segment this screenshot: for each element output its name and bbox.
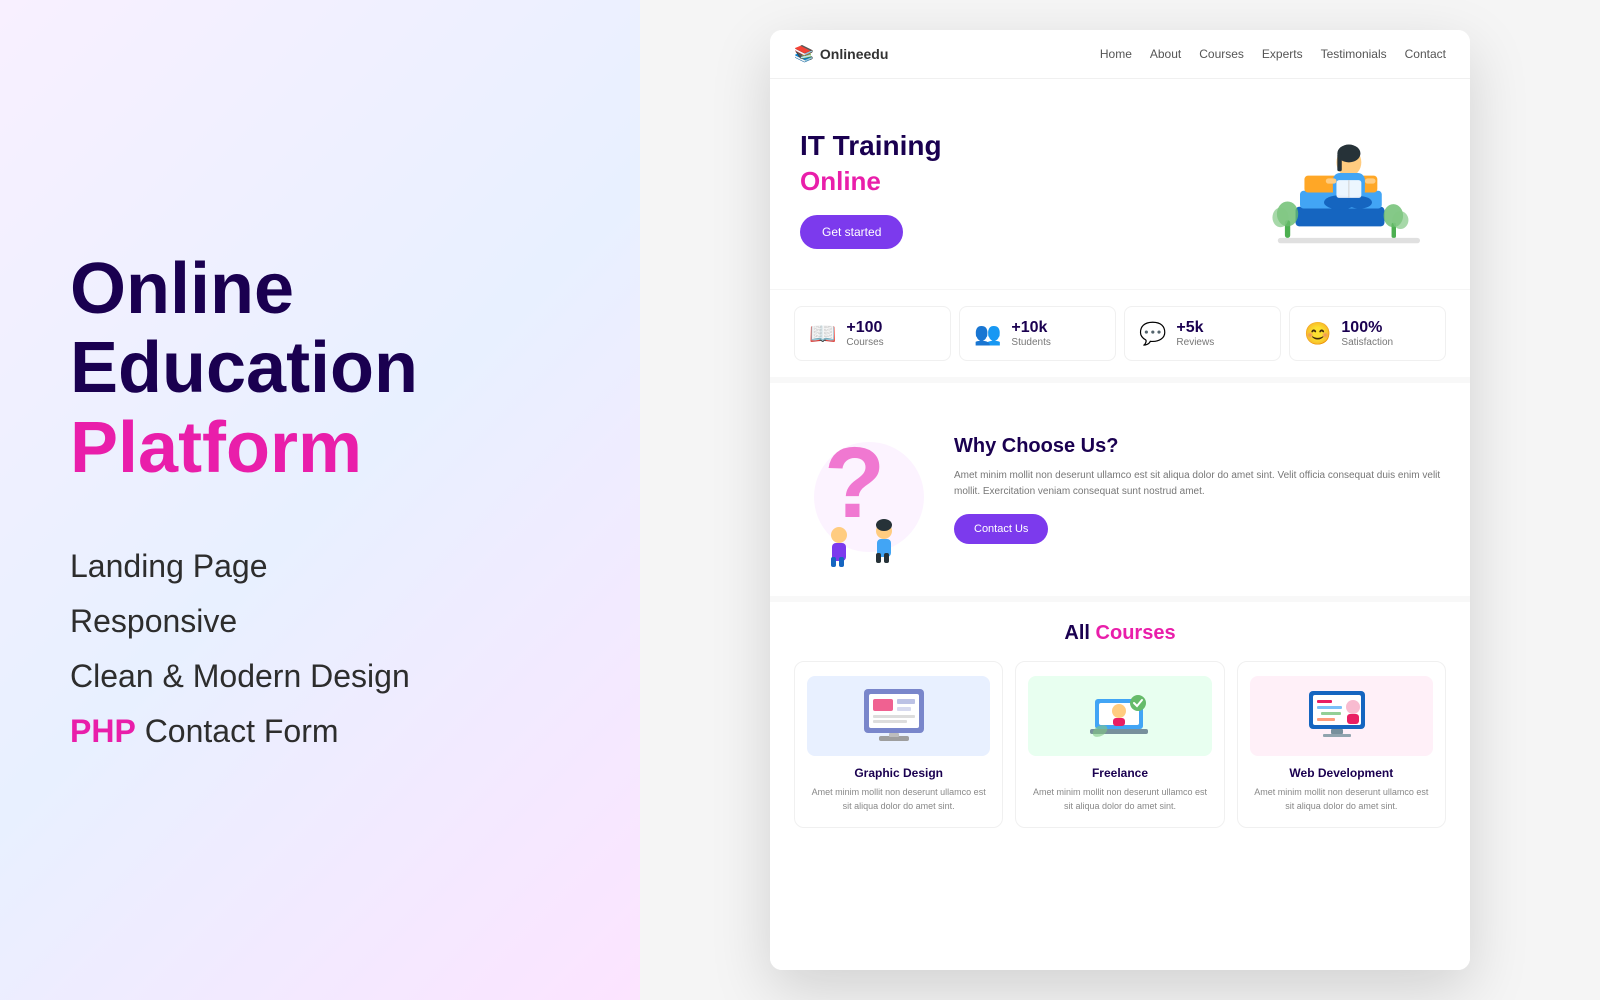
courses-text: Courses [1096,622,1176,644]
graphic-design-desc: Amet minim mollit non deserunt ullamco e… [807,786,990,813]
students-number: +10k [1011,319,1050,337]
nav-experts[interactable]: Experts [1262,47,1303,61]
freelance-svg [1080,681,1160,751]
graphic-design-title: Graphic Design [807,766,990,780]
courses-section: All Courses [770,596,1470,970]
courses-grid: Graphic Design Amet minim mollit non des… [794,661,1446,828]
why-svg: ? [794,407,934,567]
why-content: Why Choose Us? Amet minim mollit non des… [954,435,1446,544]
reviews-label: Reviews [1176,337,1214,348]
why-illustration: ? [794,407,934,572]
why-description: Amet minim mollit non deserunt ullamco e… [954,468,1446,500]
courses-label: Courses [846,337,883,348]
why-section: ? Why Choose Us [770,377,1470,596]
satisfaction-label: Satisfaction [1341,337,1393,348]
stat-students: 👥 +10k Students [959,306,1116,361]
hero-svg [1240,109,1440,269]
left-panel: Online Education Platform Landing Page R… [0,0,640,1000]
courses-icon: 📖 [809,321,836,347]
nav-courses[interactable]: Courses [1199,47,1244,61]
hero-illustration [1240,109,1440,269]
reviews-icon: 💬 [1139,321,1166,347]
web-dev-image [1250,676,1433,756]
right-panel: 📚 Onlineedu Home About Courses Experts T… [640,0,1600,1000]
site-logo: 📚 Onlineedu [794,44,888,64]
feature-php: PHP Contact Form [70,713,570,750]
courses-heading: All Courses [794,622,1446,645]
feature-design: Clean & Modern Design [70,658,570,695]
nav-links: Home About Courses Experts Testimonials … [1100,47,1446,61]
freelance-title: Freelance [1028,766,1211,780]
hero-section: IT Training Online Get started [770,79,1470,289]
feature-responsive: Responsive [70,603,570,640]
contact-us-button[interactable]: Contact Us [954,514,1048,544]
nav-testimonials[interactable]: Testimonials [1321,47,1387,61]
reviews-number: +5k [1176,319,1214,337]
graphic-design-svg [859,681,939,751]
title-line3: Platform [70,408,362,488]
why-title: Why Choose Us? [954,435,1446,458]
web-dev-desc: Amet minim mollit non deserunt ullamco e… [1250,786,1433,813]
students-label: Students [1011,337,1050,348]
stats-section: 📖 +100 Courses 👥 +10k Students 💬 +5k Rev… [770,289,1470,377]
title-line2: Education [70,328,418,408]
stat-reviews: 💬 +5k Reviews [1124,306,1281,361]
title-line1: Online [70,249,294,329]
freelance-image [1028,676,1211,756]
main-title: Online Education Platform [70,250,570,488]
courses-number: +100 [846,319,883,337]
satisfaction-number: 100% [1341,319,1393,337]
course-card-web-dev: Web Development Amet minim mollit non de… [1237,661,1446,828]
hero-title-line1: IT Training [800,129,942,163]
features-list: Landing Page Responsive Clean & Modern D… [70,548,570,750]
nav-about[interactable]: About [1150,47,1181,61]
students-icon: 👥 [974,321,1001,347]
website-preview: 📚 Onlineedu Home About Courses Experts T… [770,30,1470,970]
get-started-button[interactable]: Get started [800,215,903,249]
nav-home[interactable]: Home [1100,47,1132,61]
course-card-freelance: Freelance Amet minim mollit non deserunt… [1015,661,1224,828]
nav-contact[interactable]: Contact [1405,47,1446,61]
web-dev-svg [1301,681,1381,751]
graphic-design-image [807,676,990,756]
satisfaction-icon: 😊 [1304,321,1331,347]
logo-icon: 📚 [794,44,814,64]
hero-title-line2: Online [800,166,942,197]
logo-text: Onlineedu [820,46,888,62]
all-text: All [1064,622,1090,644]
web-dev-title: Web Development [1250,766,1433,780]
feature-landing-page: Landing Page [70,548,570,585]
site-nav: 📚 Onlineedu Home About Courses Experts T… [770,30,1470,79]
hero-text: IT Training Online Get started [800,129,942,250]
stat-courses: 📖 +100 Courses [794,306,951,361]
stat-satisfaction: 😊 100% Satisfaction [1289,306,1446,361]
course-card-graphic-design: Graphic Design Amet minim mollit non des… [794,661,1003,828]
freelance-desc: Amet minim mollit non deserunt ullamco e… [1028,786,1211,813]
